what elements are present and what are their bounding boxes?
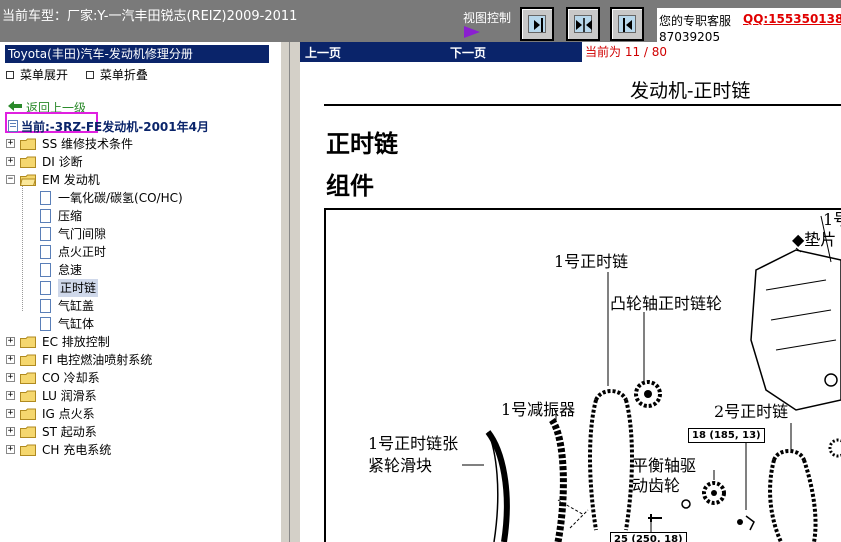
page-icon <box>40 317 51 331</box>
manual-title: Toyota(丰田)汽车-发动机修理分册 <box>5 45 269 63</box>
page-icon <box>40 209 51 223</box>
arrow-left-icon <box>623 18 632 32</box>
page-indicator: 当前为 11 / 80 <box>582 42 841 62</box>
prev-page-link[interactable]: 上一页 <box>305 44 341 61</box>
next-page-link[interactable]: 下一页 <box>450 44 486 61</box>
header-rule <box>324 104 841 106</box>
view-control-label: 视图控制 <box>463 11 512 25</box>
torque-label: 25 (250, 18) <box>610 532 687 542</box>
tree-leaf-label: 压缩 <box>58 209 83 223</box>
tree-panel: Toyota(丰田)汽车-发动机修理分册 菜单展开 菜单折叠 返回上一级 当前:… <box>0 42 280 542</box>
tree-node-label: FI 电控燃油喷射系统 <box>42 353 153 367</box>
tree-node-label: ST 起动系 <box>42 425 97 439</box>
callout-cam-sprocket: 凸轮轴正时链轮 <box>610 294 723 313</box>
collapse-menu-label: 菜单折叠 <box>99 68 148 82</box>
expand-icon[interactable]: + <box>6 391 15 400</box>
callout-tensioner-line1: 1号正时链张 <box>368 434 459 453</box>
folder-icon <box>20 408 36 420</box>
expand-icon[interactable]: + <box>6 355 15 364</box>
viewer-nav-bar: 上一页 下一页 当前为 11 / 80 <box>300 42 841 62</box>
menu-controls: 菜单展开 菜单折叠 <box>6 66 162 83</box>
tree-leaf-label: 一氧化碳/碳氢(CO/HC) <box>58 191 183 205</box>
back-arrow-icon <box>8 101 22 111</box>
folder-icon <box>20 372 36 384</box>
tree-node-label: IG 点火系 <box>42 407 95 421</box>
tree-scrollbar[interactable] <box>280 42 290 542</box>
doc-subtitle: 组件 <box>326 172 374 200</box>
callout-balance-line2: 动齿轮 <box>632 476 681 495</box>
current-location-label: 当前:-3RZ-FE发动机-2001年4月 <box>21 120 209 134</box>
tree-node-label: CH 充电系统 <box>42 443 112 457</box>
timing-chain-diagram: 1号正时链 凸轮轴正时链轮 1号减振器 2号正时链 1号正时链张 紧轮滑块 平衡… <box>324 208 841 542</box>
folder-icon <box>20 156 36 168</box>
folder-icon <box>20 354 36 366</box>
tree-leaf-label: 怠速 <box>58 263 83 277</box>
service-label: 您的专职客服 <box>659 14 732 28</box>
callout-chain-1: 1号正时链 <box>554 252 629 271</box>
expand-icon[interactable]: + <box>6 409 15 418</box>
view-prev-page-button[interactable] <box>610 7 644 41</box>
callout-damper-1: 1号减振器 <box>501 400 576 419</box>
tree-leaf-label: 点火正时 <box>58 245 107 259</box>
tree-node-label: LU 润滑系 <box>42 389 97 403</box>
doc-title: 正时链 <box>326 130 398 158</box>
square-icon <box>6 70 14 79</box>
customer-service-box: 您的专职客服 QQ:1553501388 87039205 <box>657 8 841 44</box>
tree-node-label: EM 发动机 <box>42 173 100 187</box>
expand-icon[interactable]: + <box>6 427 15 436</box>
view-next-page-button[interactable] <box>520 7 554 41</box>
tree-connector <box>22 185 23 311</box>
document-icon <box>8 120 18 132</box>
expand-icon[interactable]: + <box>6 157 15 166</box>
page-icon <box>40 227 51 241</box>
collapse-menu-button[interactable]: 菜单折叠 <box>85 68 148 82</box>
view-fit-page-button[interactable] <box>566 7 600 41</box>
expand-icon[interactable]: + <box>6 139 15 148</box>
fit-arrows-icon <box>576 18 592 32</box>
tree-node-label: DI 诊断 <box>42 155 83 169</box>
service-qq-link[interactable]: QQ:1553501388 <box>743 12 841 26</box>
folder-icon <box>20 426 36 438</box>
page-icon <box>40 191 51 205</box>
tree-node-label: SS 维修技术条件 <box>42 137 134 151</box>
folder-icon <box>20 138 36 150</box>
callout-top-right-gasket: ◆垫片 <box>792 230 837 249</box>
callout-chain-2: 2号正时链 <box>714 402 789 421</box>
expand-menu-label: 菜单展开 <box>20 68 69 82</box>
expand-menu-button[interactable]: 菜单展开 <box>6 68 68 82</box>
page-icon <box>40 281 51 295</box>
callout-tensioner-line2: 紧轮滑块 <box>368 456 433 475</box>
page-icon <box>40 263 51 277</box>
view-control-arrow-icon <box>464 26 480 38</box>
top-bar: 当前车型：厂家:Y-一汽丰田锐志(REIZ)2009-2011 视图控制 您的专… <box>0 0 841 44</box>
page-icon <box>40 299 51 313</box>
square-icon <box>85 70 94 79</box>
expand-icon[interactable]: + <box>6 373 15 382</box>
tree-node-label: CO 冷却系 <box>42 371 100 385</box>
torque-label: 18 (185, 13) <box>688 428 765 443</box>
tree-leaf-label: 气缸盖 <box>58 299 95 313</box>
collapse-icon[interactable]: − <box>6 175 15 184</box>
expand-icon[interactable]: + <box>6 445 15 454</box>
page-icon <box>40 245 51 259</box>
tree-node-label: EC 排放控制 <box>42 335 110 349</box>
folder-icon <box>20 336 36 348</box>
tree-leaf-label: 正时链 <box>58 279 99 297</box>
current-car-model: 当前车型：厂家:Y-一汽丰田锐志(REIZ)2009-2011 <box>2 9 298 24</box>
document-viewer: 发动机-正时链 正时链 组件 1号正时链 凸轮轴正时链轮 1号减振器 2号正时链… <box>300 62 841 542</box>
arrow-right-icon <box>534 18 543 32</box>
expand-icon[interactable]: + <box>6 337 15 346</box>
doc-section-header: 发动机-正时链 <box>630 80 751 102</box>
open-folder-icon <box>20 174 36 186</box>
current-location: 当前:-3RZ-FE发动机-2001年4月 <box>8 118 209 135</box>
folder-icon <box>20 444 36 456</box>
tree-leaf-label: 气缸体 <box>58 317 95 331</box>
folder-icon <box>20 390 36 402</box>
tree-leaf-label: 气门间隙 <box>58 227 107 241</box>
